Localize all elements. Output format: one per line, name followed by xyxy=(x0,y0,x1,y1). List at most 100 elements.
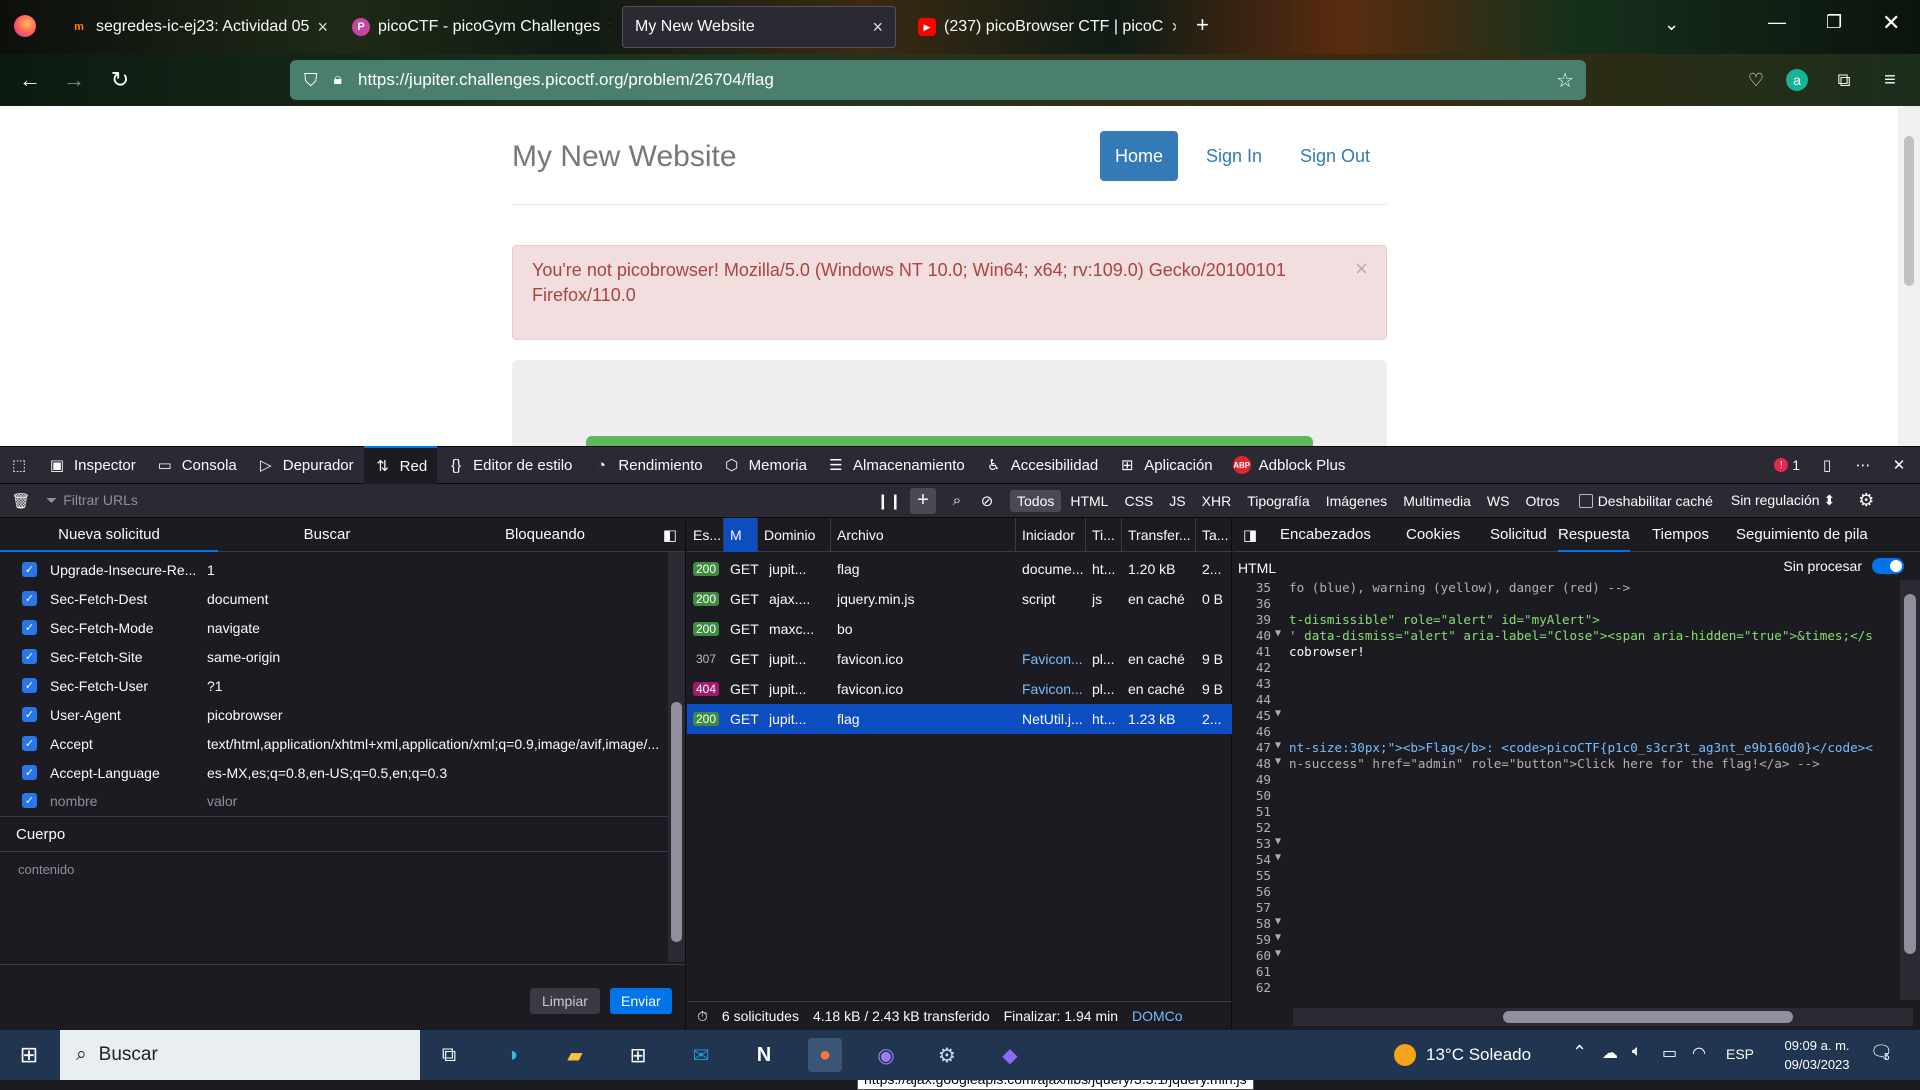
code-vscrollbar[interactable] xyxy=(1900,580,1920,1000)
trash-icon[interactable]: 🗑︎ xyxy=(11,492,30,510)
filter-js[interactable]: JS xyxy=(1162,490,1192,512)
tab-2[interactable]: P picoCTF - picoGym Challenges × xyxy=(340,6,610,48)
fold-chevron-icon[interactable]: ▼ xyxy=(1275,948,1281,959)
header-row[interactable]: ✓ Sec-Fetch-User ?1 xyxy=(0,671,660,700)
url-bar[interactable]: ⛉ 🔒︎ https://jupiter.challenges.picoctf.… xyxy=(290,60,1586,100)
filter-html[interactable]: HTML xyxy=(1063,490,1115,512)
header-row[interactable]: ✓ Sec-Fetch-Site same-origin xyxy=(0,642,660,671)
tab-timings[interactable]: Tiempos xyxy=(1652,518,1709,552)
pick-element-icon[interactable]: ⬚ xyxy=(0,446,38,484)
tool-performance[interactable]: ◔ Rendimiento xyxy=(582,446,712,484)
amazon-extension-icon[interactable]: a xyxy=(1786,69,1808,91)
reload-icon[interactable]: ↻ xyxy=(106,66,134,94)
steam-icon[interactable]: ⚙ xyxy=(930,1038,964,1072)
taskbar-search-box[interactable]: ⌕ Buscar xyxy=(60,1030,420,1080)
clear-button[interactable]: Limpiar xyxy=(530,988,600,1014)
close-tab-icon[interactable]: × xyxy=(872,17,883,38)
scrollbar-thumb[interactable] xyxy=(1904,136,1914,286)
fold-chevron-icon[interactable]: ▼ xyxy=(1275,756,1281,767)
tab-stack-trace[interactable]: Seguimiento de pila xyxy=(1736,518,1868,552)
disable-cache-checkbox[interactable]: Deshabilitar caché xyxy=(1578,493,1713,509)
col-transferred[interactable]: Transfer... xyxy=(1122,518,1196,552)
filter-css[interactable]: CSS xyxy=(1117,490,1160,512)
header-checkbox[interactable]: ✓ xyxy=(22,649,37,664)
tool-application[interactable]: ⊞ Aplicación xyxy=(1108,446,1222,484)
close-window-button[interactable]: ✕ xyxy=(1882,10,1900,36)
col-type[interactable]: Ti... xyxy=(1086,518,1122,552)
fold-chevron-icon[interactable]: ▼ xyxy=(1275,708,1281,719)
file-explorer-icon[interactable]: ▰ xyxy=(558,1038,592,1072)
header-value[interactable]: picobrowser xyxy=(207,707,662,723)
discord-icon[interactable]: ◉ xyxy=(869,1038,903,1072)
obsidian-icon[interactable]: ◆ xyxy=(993,1038,1027,1072)
col-domain[interactable]: Dominio xyxy=(758,518,831,552)
request-row[interactable]: 200 GET jupit... flag NetUtil.j... ht... 1.23 … xyxy=(687,704,1232,734)
minimize-button[interactable]: — xyxy=(1768,12,1786,33)
request-row[interactable]: 200 GET maxc... bo xyxy=(687,614,1232,644)
tab-cookies[interactable]: Cookies xyxy=(1406,518,1460,552)
page-scrollbar[interactable] xyxy=(1898,106,1920,446)
tool-debugger[interactable]: ▷ Depurador xyxy=(247,446,364,484)
error-badge[interactable]: ! 1 xyxy=(1774,457,1800,473)
forward-arrow-icon[interactable]: → xyxy=(60,66,88,94)
left-scrollbar[interactable] xyxy=(668,552,685,962)
tool-memory[interactable]: ⬡ Memoria xyxy=(713,446,817,484)
col-status[interactable]: Es... xyxy=(687,518,724,552)
close-tab-icon[interactable]: × xyxy=(317,17,328,38)
tool-style-editor[interactable]: {} Editor de estilo xyxy=(437,446,582,484)
header-row[interactable]: ✓ User-Agent picobrowser xyxy=(0,700,660,729)
toggle-panel-icon[interactable]: ◨ xyxy=(1241,526,1259,544)
volume-icon[interactable]: 🔈︎ xyxy=(1632,1043,1642,1061)
clock[interactable]: 09:09 a. m. 09/03/2023 xyxy=(1772,1036,1862,1074)
col-method[interactable]: M xyxy=(724,518,758,552)
response-code-viewer[interactable]: 35 fo (blue), warning (yellow), danger (r… xyxy=(1233,580,1899,998)
tray-chevron-icon[interactable]: ⌃ xyxy=(1572,1042,1587,1063)
close-devtools-icon[interactable]: ✕ xyxy=(1890,456,1908,474)
fold-chevron-icon[interactable]: ▼ xyxy=(1275,852,1281,863)
filter-urls-input[interactable]: ⏷ Filtrar URLs xyxy=(46,492,866,509)
filter-media[interactable]: Multimedia xyxy=(1396,490,1478,512)
header-checkbox[interactable]: ✓ xyxy=(22,620,37,635)
header-row[interactable]: ✓ Upgrade-Insecure-Re... 1 xyxy=(0,555,660,584)
tab-response[interactable]: Respuesta xyxy=(1558,518,1630,552)
header-row[interactable]: ✓ Sec-Fetch-Mode navigate xyxy=(0,613,660,642)
header-name[interactable]: Sec-Fetch-Mode xyxy=(50,620,153,636)
close-tab-icon[interactable]: × xyxy=(1171,17,1176,38)
filter-xhr[interactable]: XHR xyxy=(1195,490,1239,512)
request-row[interactable]: 200 GET ajax.... jquery.min.js script js en ca… xyxy=(687,584,1232,614)
scrollbar-thumb[interactable] xyxy=(671,702,682,942)
tab-3-active[interactable]: My New Website × xyxy=(622,6,896,48)
back-arrow-icon[interactable]: ← xyxy=(16,66,44,94)
tab-blocking[interactable]: Bloqueando xyxy=(436,518,654,552)
pause-icon[interactable]: ❙❙ xyxy=(876,492,901,510)
tool-storage[interactable]: ☰ Almacenamiento xyxy=(817,446,975,484)
tool-inspector[interactable]: ▣ Inspector xyxy=(38,446,146,484)
scrollbar-thumb[interactable] xyxy=(1503,1011,1793,1023)
tab-request[interactable]: Solicitud xyxy=(1490,518,1547,552)
edge-icon[interactable]: ◑ xyxy=(495,1038,529,1072)
nav-sign-out-link[interactable]: Sign Out xyxy=(1285,131,1385,181)
header-row[interactable]: ✓ Accept-Language es-MX,es;q=0.8,en-US;q=0… xyxy=(0,758,660,787)
fold-chevron-icon[interactable]: ▼ xyxy=(1275,836,1281,847)
header-name[interactable]: Accept-Language xyxy=(50,765,160,781)
language-indicator[interactable]: ESP xyxy=(1726,1046,1754,1062)
col-size[interactable]: Ta... xyxy=(1196,518,1232,552)
block-icon[interactable]: ⊘ xyxy=(978,492,996,510)
header-name[interactable]: Sec-Fetch-User xyxy=(50,678,148,694)
header-checkbox[interactable]: ✓ xyxy=(22,562,37,577)
tab-4[interactable]: ▶ (237) picoBrowser CTF | picoC × xyxy=(906,6,1176,48)
notifications-icon[interactable]: 🗨︎ 5 xyxy=(1870,1042,1893,1063)
weather-widget[interactable]: 13°C Soleado xyxy=(1394,1044,1531,1066)
task-view-icon[interactable]: ⧉ xyxy=(432,1038,466,1072)
tool-accessibility[interactable]: ♿︎ Accesibilidad xyxy=(975,446,1109,484)
nav-sign-in-link[interactable]: Sign In xyxy=(1191,131,1277,181)
fold-chevron-icon[interactable]: ▼ xyxy=(1275,916,1281,927)
header-checkbox[interactable]: ✓ xyxy=(22,765,37,780)
send-button[interactable]: Enviar xyxy=(610,988,672,1014)
header-value[interactable]: navigate xyxy=(207,620,662,636)
filter-fonts[interactable]: Tipografía xyxy=(1240,490,1317,512)
header-value[interactable]: text/html,application/xhtml+xml,applicat… xyxy=(207,736,662,752)
extensions-puzzle-icon[interactable]: ⧉ xyxy=(1830,66,1858,94)
hamburger-menu-icon[interactable]: ≡ xyxy=(1876,66,1904,94)
tab-headers[interactable]: Encabezados xyxy=(1280,518,1371,552)
